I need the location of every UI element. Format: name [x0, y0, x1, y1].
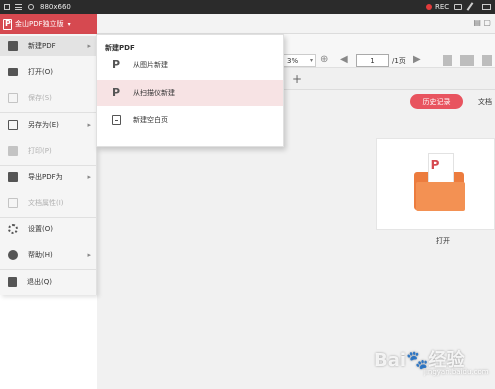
open-label: 打开 [436, 237, 450, 245]
menu-divider [0, 112, 97, 113]
file-menu: 新建PDF ▸ 打开(O) 保存(S) 另存为(E) ▸ 打印(P) 导出PDF… [0, 34, 97, 295]
menu-item-save: 保存(S) [0, 88, 97, 108]
zoom-value: 3% [287, 57, 299, 65]
submenu-item-label: 新建空白页 [133, 116, 168, 124]
recorder-bar: 880x660 REC [0, 0, 495, 14]
exit-icon [8, 277, 17, 287]
chevron-down-icon: ▾ [67, 20, 71, 28]
print-icon [8, 146, 18, 156]
menu-item-save-as[interactable]: 另存为(E) ▸ [0, 115, 97, 135]
chevron-right-icon: ▸ [87, 173, 91, 181]
menu-item-label: 导出PDF为 [28, 173, 63, 181]
pen-icon[interactable] [466, 2, 474, 11]
menu-item-label: 打开(O) [28, 68, 53, 76]
submenu-item-from-scanner[interactable]: P 从扫描仪新建 [97, 80, 283, 106]
menu-item-help[interactable]: 帮助(H) ▸ [0, 245, 97, 265]
camera-icon[interactable] [454, 4, 462, 10]
menu-item-properties: 文档属性(I) [0, 193, 97, 213]
chevron-down-icon: ▾ [309, 57, 313, 64]
double-page-icon[interactable] [460, 55, 474, 66]
app-logo-icon [3, 18, 12, 30]
menu-divider [0, 217, 97, 218]
export-icon [8, 172, 18, 182]
capture-size: 880x660 [40, 3, 71, 11]
submenu-item-label: 从扫描仪新建 [133, 89, 175, 97]
title-bar: 金山PDF独立版 ▾ ▤ ▢ [0, 14, 495, 34]
search-icon[interactable] [28, 4, 34, 10]
continuous-page-icon[interactable] [482, 55, 492, 66]
chevron-right-icon: ▸ [87, 42, 91, 50]
folder-front-icon [416, 182, 465, 211]
chevron-right-icon: ▸ [87, 251, 91, 259]
menu-item-label: 帮助(H) [28, 251, 53, 259]
open-folder-icon [8, 68, 18, 76]
record-label: REC [435, 3, 450, 11]
menu-item-open[interactable]: 打开(O) [0, 62, 97, 82]
chevron-right-icon: ▸ [87, 121, 91, 129]
menu-item-label: 设置(O) [28, 225, 53, 233]
submenu-item-blank-page[interactable]: 新建空白页 [97, 107, 283, 133]
doc-library-tab[interactable]: 文档 [478, 97, 492, 107]
app-menu-button[interactable]: 金山PDF独立版 ▾ [0, 14, 97, 34]
titlebar-controls-icon[interactable]: ▤ ▢ [473, 18, 491, 27]
watermark-url: jingyan.baidu.com [424, 368, 489, 376]
pdf-logo-icon: P [430, 158, 440, 172]
help-icon [8, 250, 18, 260]
zoom-select[interactable]: 3% ▾ [282, 54, 316, 67]
menu-item-exit[interactable]: 退出(Q) [0, 272, 97, 292]
ruler-icon[interactable] [482, 4, 491, 10]
menu-icon[interactable] [15, 4, 22, 10]
menu-item-label: 打印(P) [28, 147, 52, 155]
submenu-item-label: 从图片新建 [133, 61, 168, 69]
menu-item-label: 退出(Q) [27, 278, 52, 286]
menu-divider [0, 269, 97, 270]
save-as-icon [8, 120, 18, 130]
new-pdf-icon [8, 41, 18, 51]
pdf-from-image-icon: P [112, 58, 121, 71]
record-dot-icon [426, 4, 432, 10]
prev-page-icon[interactable]: ◀ [340, 54, 348, 65]
page-number-input[interactable]: 1 [356, 54, 389, 67]
properties-icon [8, 198, 18, 208]
history-button[interactable]: 历史记录 [410, 94, 463, 109]
menu-divider [0, 165, 97, 166]
submenu-item-from-image[interactable]: P 从图片新建 [97, 52, 283, 78]
add-tab-button[interactable]: + [292, 72, 302, 86]
menu-item-new-pdf[interactable]: 新建PDF ▸ [0, 36, 97, 56]
menu-item-print: 打印(P) [0, 141, 97, 161]
pdf-from-scanner-icon: P [112, 86, 121, 99]
next-page-icon[interactable]: ▶ [413, 54, 421, 65]
single-page-icon[interactable] [443, 55, 452, 66]
record-button[interactable]: REC [426, 3, 449, 11]
zoom-in-icon[interactable]: ⊕ [320, 54, 328, 65]
app-title: 金山PDF独立版 [15, 20, 64, 28]
tab-strip [284, 68, 495, 90]
settings-icon [8, 224, 18, 234]
new-pdf-submenu: 新建PDF P 从图片新建 P 从扫描仪新建 新建空白页 [96, 34, 284, 147]
menu-item-label: 新建PDF [28, 42, 56, 50]
menu-item-label: 另存为(E) [28, 121, 59, 129]
menu-item-label: 保存(S) [28, 94, 52, 102]
menu-item-label: 文档属性(I) [28, 199, 64, 207]
menu-item-export[interactable]: 导出PDF为 ▸ [0, 167, 97, 187]
save-icon [8, 93, 18, 103]
blank-page-icon [112, 115, 121, 125]
page-total: /1页 [392, 57, 406, 65]
window-icon[interactable] [4, 4, 10, 10]
menu-item-settings[interactable]: 设置(O) [0, 219, 97, 239]
